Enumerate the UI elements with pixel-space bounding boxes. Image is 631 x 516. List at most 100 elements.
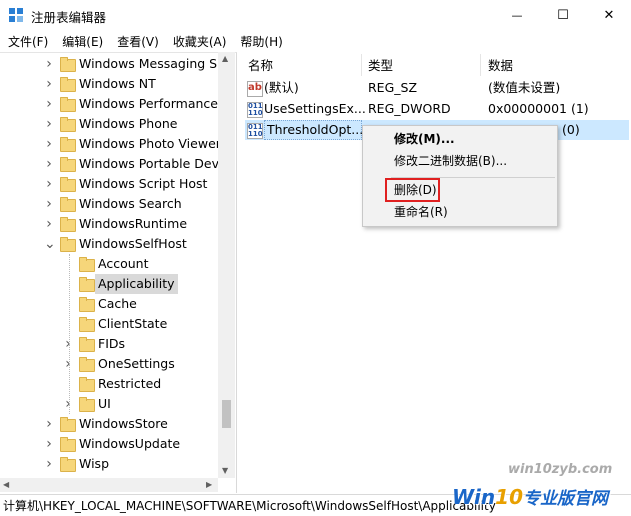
watermark: win10zyb.com Win10专业版官网: [430, 462, 630, 512]
tree-item-label: WindowsUpdate: [79, 436, 181, 451]
tree-item-label: WindowsStore: [79, 416, 168, 431]
tree-item-label: Windows Script Host: [79, 176, 208, 191]
column-header-name[interactable]: 名称: [248, 56, 273, 76]
folder-icon: [79, 297, 95, 312]
tree-item[interactable]: › FIDs: [0, 334, 218, 354]
value-type: REG_DWORD: [368, 101, 451, 116]
tree-item[interactable]: Restricted: [0, 374, 218, 394]
folder-icon: [79, 357, 95, 372]
chevron-right-icon[interactable]: ›: [44, 94, 54, 114]
tree-item-label: Windows Messaging Su: [79, 56, 226, 71]
tree-item-label: Windows Photo Viewer: [79, 136, 221, 151]
chevron-right-icon[interactable]: ›: [44, 194, 54, 214]
tree-item[interactable]: › Wisp: [0, 454, 218, 474]
tree-item[interactable]: › Windows Phone: [0, 114, 218, 134]
value-row[interactable]: ab (默认) REG_SZ (数值未设置): [245, 78, 625, 98]
column-header-data[interactable]: 数据: [488, 56, 513, 76]
tree-horizontal-scrollbar[interactable]: ◀ ▶: [0, 478, 218, 492]
tree-item-label: Windows Search: [79, 196, 182, 211]
scroll-down-arrow[interactable]: ▼: [222, 466, 228, 475]
chevron-right-icon[interactable]: ›: [44, 414, 54, 434]
chevron-right-icon[interactable]: ›: [44, 114, 54, 134]
folder-icon: [79, 377, 95, 392]
column-divider[interactable]: [480, 54, 481, 76]
tree-item[interactable]: ClientState: [0, 314, 218, 334]
tree-item-label: Windows NT: [79, 76, 156, 91]
values-list[interactable]: 名称 类型 数据 ab (默认) REG_SZ (数值未设置) 011 110 UseSe…: [237, 52, 631, 492]
chevron-right-icon[interactable]: ›: [44, 74, 54, 94]
menu-item-delete[interactable]: 删除(D): [394, 180, 437, 200]
tree-item[interactable]: › Windows Search: [0, 194, 218, 214]
registry-tree[interactable]: › Windows Messaging Su › Windows NT › Windows…: [0, 52, 237, 493]
binary-value-icon: 011 110: [247, 123, 263, 139]
menu-item-modify[interactable]: 修改(M)...: [394, 129, 455, 149]
tree-item-label: WindowsRuntime: [79, 216, 188, 231]
folder-icon: [60, 197, 76, 212]
menu-view[interactable]: 查看(V): [109, 33, 165, 50]
scroll-left-arrow[interactable]: ◀: [3, 480, 9, 489]
chevron-down-icon[interactable]: ⌄: [44, 234, 56, 254]
value-name: ThresholdOpt...: [264, 120, 363, 140]
tree-item[interactable]: › WindowsRuntime: [0, 214, 218, 234]
chevron-right-icon[interactable]: ›: [44, 454, 54, 474]
tree-item[interactable]: ⌄ WindowsSelfHost: [0, 234, 218, 254]
scroll-right-arrow[interactable]: ▶: [206, 480, 212, 489]
folder-icon: [60, 237, 76, 252]
tree-item-label: Restricted: [98, 376, 162, 391]
tree-item[interactable]: Applicability: [0, 274, 218, 294]
tree-item-label: FIDs: [98, 336, 126, 351]
menu-help[interactable]: 帮助(H): [232, 33, 288, 50]
folder-icon: [60, 437, 76, 452]
tree-item-label: WindowsSelfHost: [79, 236, 187, 251]
chevron-right-icon[interactable]: ›: [63, 394, 73, 414]
tree-item[interactable]: › Windows Performance T: [0, 94, 230, 114]
minimize-button[interactable]: —: [494, 0, 540, 30]
tree-item-label: Windows Phone: [79, 116, 178, 131]
folder-icon: [60, 217, 76, 232]
column-divider[interactable]: [361, 54, 362, 76]
tree-item[interactable]: › Windows Script Host: [0, 174, 218, 194]
tree-item[interactable]: › UI: [0, 394, 218, 414]
scroll-up-arrow[interactable]: ▲: [222, 54, 228, 63]
menu-bar: 文件(F) 编辑(E) 查看(V) 收藏夹(A) 帮助(H): [0, 30, 631, 52]
tree-item[interactable]: Account: [0, 254, 218, 274]
tree-item[interactable]: › Windows NT: [0, 74, 218, 94]
menu-item-modify-binary[interactable]: 修改二进制数据(B)...: [394, 151, 507, 171]
registry-path: 计算机\HKEY_LOCAL_MACHINE\SOFTWARE\Microsof…: [3, 499, 496, 513]
tree-vertical-scrollbar[interactable]: ▲ ▼: [218, 52, 235, 478]
tree-item[interactable]: › Windows Photo Viewer: [0, 134, 221, 154]
menu-item-rename[interactable]: 重命名(R): [394, 202, 448, 222]
menu-edit[interactable]: 编辑(E): [54, 33, 109, 50]
tree-item-label: Windows Portable Devi: [79, 156, 223, 171]
watermark-brand: Win10专业版官网: [452, 485, 608, 509]
tree-item[interactable]: Cache: [0, 294, 218, 314]
minimize-icon: —: [511, 8, 523, 22]
tree-item[interactable]: › WindowsStore: [0, 414, 218, 434]
tree-item[interactable]: › OneSettings: [0, 354, 218, 374]
close-button[interactable]: ✕: [586, 0, 631, 30]
chevron-right-icon[interactable]: ›: [44, 174, 54, 194]
value-row[interactable]: 011 110 UseSettingsEx... REG_DWORD 0x000000…: [245, 99, 625, 119]
chevron-right-icon[interactable]: ›: [44, 154, 54, 174]
chevron-right-icon[interactable]: ›: [44, 434, 54, 454]
menu-file[interactable]: 文件(F): [0, 33, 54, 50]
close-icon: ✕: [603, 7, 615, 23]
window-title: 注册表编辑器: [31, 10, 107, 25]
tree-item[interactable]: › Windows Messaging Su: [0, 54, 225, 74]
tree-item[interactable]: › Windows Portable Devi: [0, 154, 222, 174]
tree-item-label: Account: [98, 256, 149, 271]
menu-favorites[interactable]: 收藏夹(A): [165, 33, 233, 50]
chevron-right-icon[interactable]: ›: [63, 354, 73, 374]
value-data: (数值未设置): [488, 80, 561, 95]
chevron-right-icon[interactable]: ›: [44, 54, 54, 74]
tree-item[interactable]: › WindowsUpdate: [0, 434, 218, 454]
chevron-right-icon[interactable]: ›: [44, 214, 54, 234]
chevron-right-icon[interactable]: ›: [44, 134, 54, 154]
folder-icon: [79, 397, 95, 412]
chevron-right-icon[interactable]: ›: [63, 334, 73, 354]
column-header-type[interactable]: 类型: [368, 56, 393, 76]
maximize-button[interactable]: ☐: [540, 0, 586, 30]
tree-item-label: UI: [98, 396, 111, 411]
scroll-thumb[interactable]: [222, 400, 231, 428]
string-value-icon: ab: [247, 81, 263, 97]
